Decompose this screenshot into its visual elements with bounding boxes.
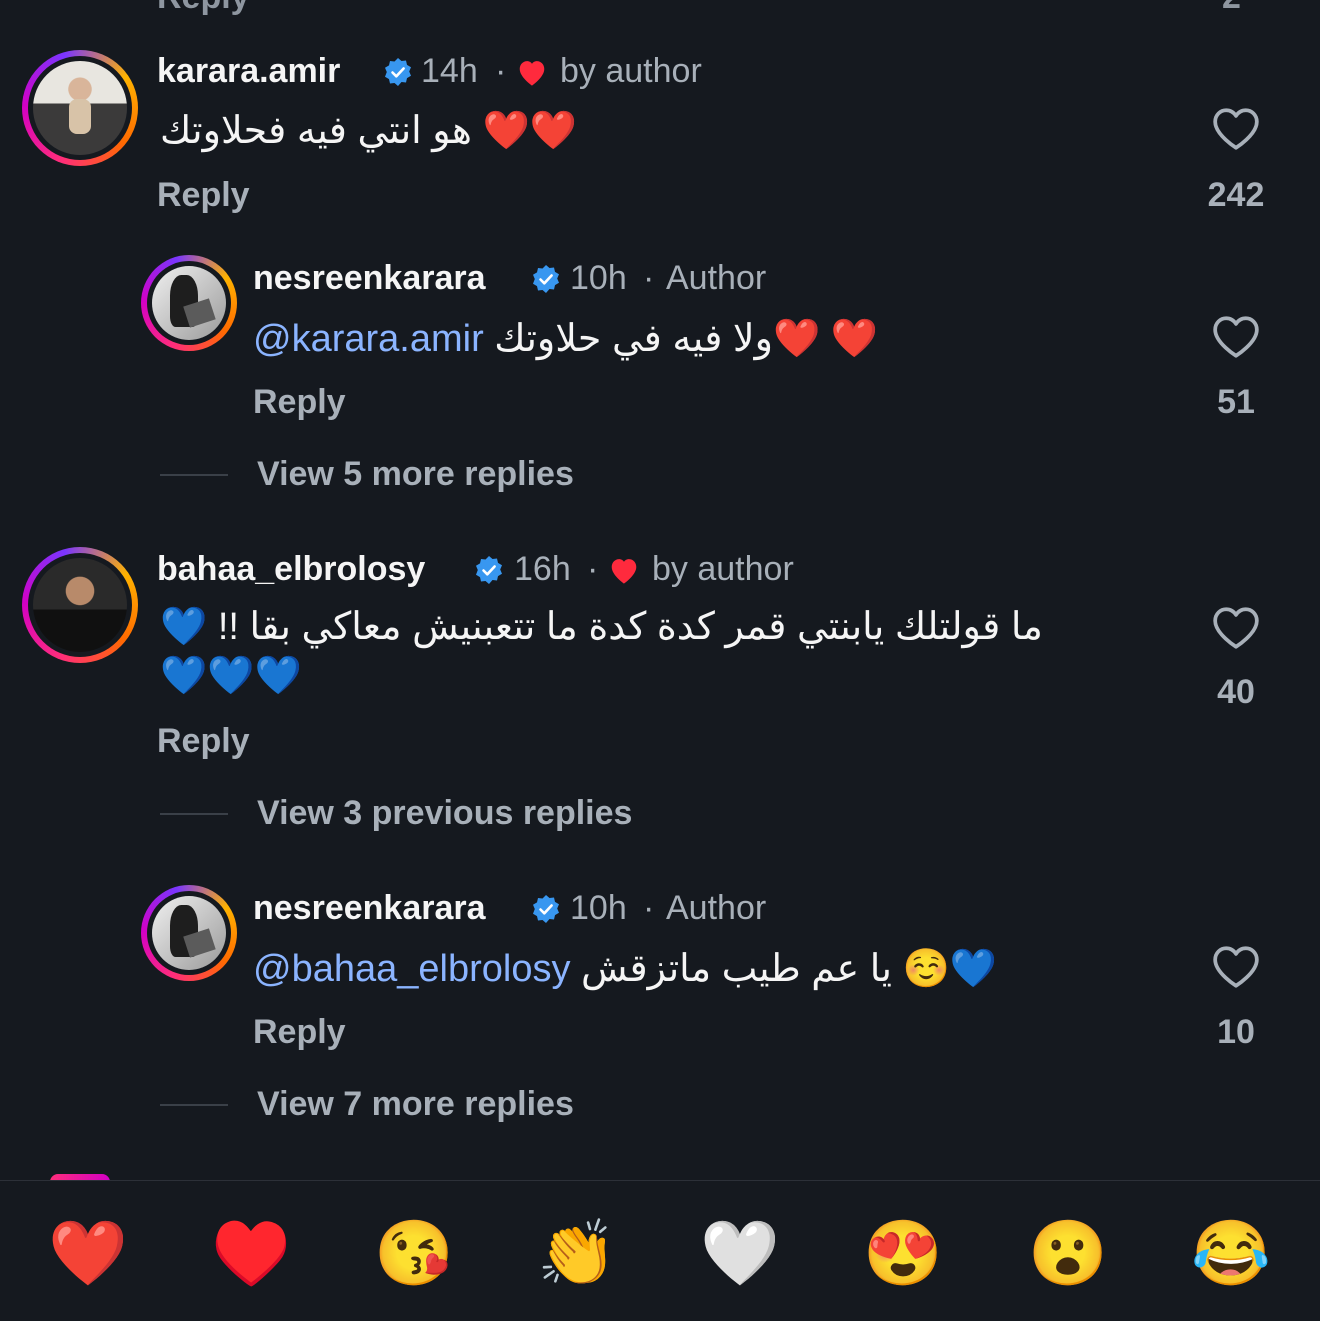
comment-timestamp: 14h [421,52,478,90]
like-heart-icon[interactable] [1211,106,1261,152]
verified-badge-icon [533,895,559,923]
reply-username[interactable]: nesreenkarara [253,259,486,298]
like-count: 10 [1217,1013,1255,1051]
like-count: 51 [1217,383,1255,421]
author-label: Author [666,889,767,927]
reaction-red-heart[interactable]: ❤️ [46,1211,130,1295]
reply-button[interactable]: Reply [157,176,250,215]
view-previous-replies-button[interactable]: View 3 previous replies [257,794,632,833]
author-liked-heart-icon [519,61,545,86]
separator-dot: · [495,52,507,90]
reply-button[interactable]: Reply [253,383,346,422]
comment-username[interactable]: karara.amir [157,52,340,91]
previous-reply-link[interactable]: Reply [157,0,250,17]
comment-timestamp: 16h [514,550,571,588]
comment-text-line2: 💙💙💙 [160,655,302,697]
reaction-clapping-hands[interactable]: 👏 [535,1211,619,1295]
separator-dot: · [643,889,655,927]
reply-timestamp: 10h [570,259,627,297]
liked-by-author-label: by author [652,550,794,588]
reaction-tears-of-joy[interactable]: 😂 [1189,1211,1273,1295]
author-label: Author [666,259,767,297]
reply-text: @bahaa_elbrolosy يا عم طيب ماتزقش ☺️💙 [253,946,997,991]
like-heart-icon[interactable] [1211,314,1261,360]
comment-text-line1: 💙 !! ما قولتلك يابنتي قمر كدة كدة ما تتع… [160,606,1043,648]
like-heart-icon[interactable] [1211,944,1261,990]
previous-like-count: 2 [1222,0,1241,17]
comment-text: هو انتي فيه فحلاوتك ❤️❤️ [160,110,578,152]
liked-by-author-label: by author [560,52,702,90]
thread-divider [160,1104,228,1106]
view-more-replies-button[interactable]: View 7 more replies [257,1085,574,1124]
reply-button[interactable]: Reply [253,1013,346,1052]
comment-username[interactable]: bahaa_elbrolosy [157,550,425,589]
view-more-replies-button[interactable]: View 5 more replies [257,455,574,494]
reply-text: @karara.amir ولا فيه في حلاوتك❤️ ❤️ [253,316,878,361]
verified-badge-icon [476,556,502,584]
avatar[interactable] [141,885,237,981]
like-count: 242 [1207,176,1265,214]
author-liked-heart-icon [611,559,637,584]
reply-message: ولا فيه في حلاوتك❤️ ❤️ [483,318,879,360]
verified-badge-icon [385,58,411,86]
avatar[interactable] [141,255,237,351]
reaction-surprised-face[interactable]: 😮 [1026,1211,1110,1295]
like-heart-icon[interactable] [1211,605,1261,651]
verified-badge-icon [533,265,559,293]
mention-link[interactable]: @karara.amir [253,318,484,360]
reaction-heart-suit[interactable]: ♥️ [209,1211,293,1295]
avatar[interactable] [22,50,138,166]
mention-link[interactable]: @bahaa_elbrolosy [253,948,570,990]
reply-button[interactable]: Reply [157,722,250,761]
reaction-white-heart[interactable]: 🤍 [698,1211,782,1295]
reply-timestamp: 10h [570,889,627,927]
separator-dot: · [587,550,599,588]
like-count: 40 [1217,673,1255,711]
avatar[interactable] [22,547,138,663]
reaction-heart-eyes[interactable]: 😍 [861,1211,945,1295]
reply-username[interactable]: nesreenkarara [253,889,486,928]
separator-dot: · [643,259,655,297]
reaction-kissing-face[interactable]: 😘 [372,1211,456,1295]
quick-reaction-bar: ❤️ ♥️ 😘 👏 🤍 😍 😮 😂 [0,1180,1320,1321]
thread-divider [160,474,228,476]
reply-message: يا عم طيب ماتزقش ☺️💙 [570,948,998,990]
thread-divider [160,813,228,815]
